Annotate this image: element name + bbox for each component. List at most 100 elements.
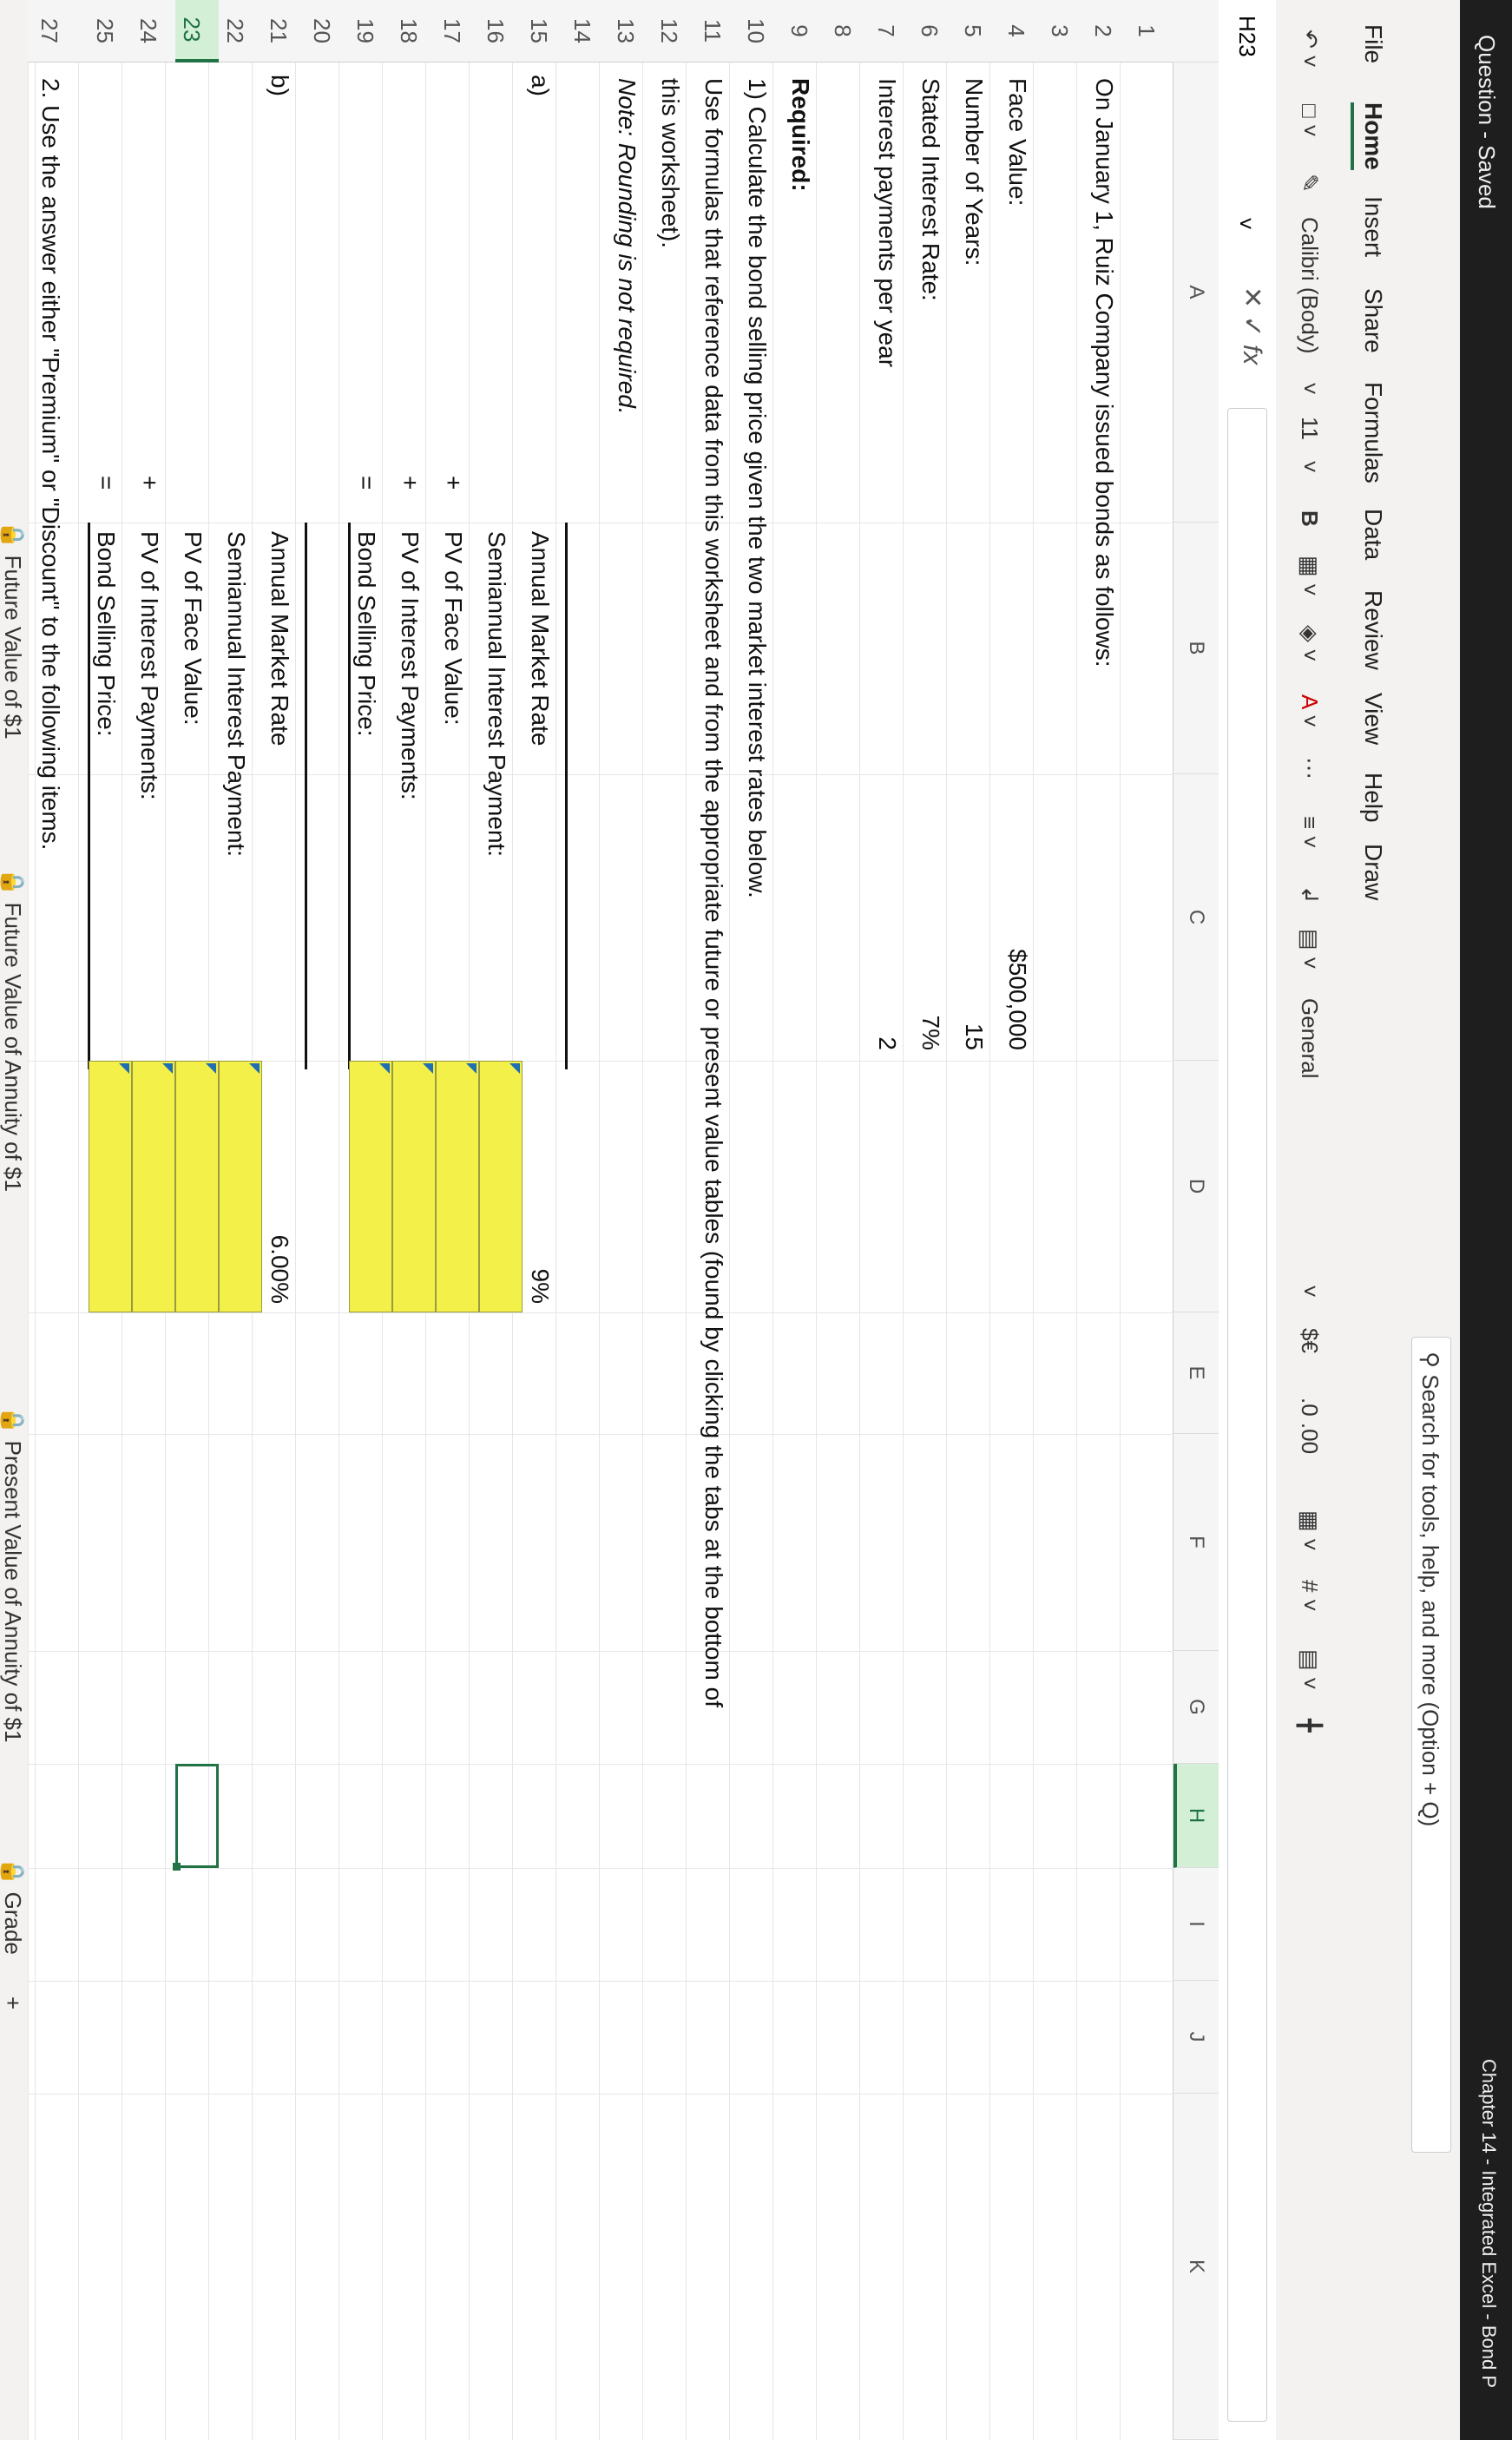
menu-file[interactable]: File <box>1359 24 1387 63</box>
equals-sign: = <box>93 476 120 490</box>
worksheet-grid[interactable]: 1 2 On January 1, Ruiz Company issued bo… <box>28 0 1173 2440</box>
question-2-text: 2. Use the answer either "Premium" or "D… <box>37 78 64 851</box>
merge-icon[interactable]: ▤ ˅ <box>1296 929 1323 970</box>
part-a-label: a) <box>527 75 554 96</box>
more-icon[interactable]: ⋯ <box>1296 757 1323 779</box>
part-b-label: b) <box>266 75 293 96</box>
column-header-g[interactable]: G <box>1173 1651 1219 1764</box>
font-family-select[interactable]: Calibri (Body) <box>1296 217 1323 354</box>
plus-sign: + <box>136 476 163 490</box>
number-format-chevron-icon[interactable]: ˅ <box>1296 1285 1323 1298</box>
font-color-icon[interactable]: A ˅ <box>1296 694 1323 727</box>
font-dropdown-chevron-icon[interactable]: ˅ <box>1296 382 1323 395</box>
clipboard-icon[interactable]: □ ˅ <box>1296 104 1323 137</box>
wrap-text-icon[interactable]: ↲ <box>1296 885 1323 904</box>
bold-button[interactable]: B <box>1296 510 1323 527</box>
formula-bar: H23 ˅ ✕ ✓ fx <box>1218 0 1276 2440</box>
menu-home[interactable]: Home <box>1351 102 1387 170</box>
fill-color-icon[interactable]: ◈ ˅ <box>1296 625 1323 661</box>
border-line <box>305 523 307 1069</box>
selected-cell-h23[interactable] <box>173 1764 219 1871</box>
instruction-2: Use formulas that reference data from th… <box>700 78 727 1707</box>
decimal-icon[interactable]: .0 .00 <box>1296 1398 1323 1454</box>
sheet-tabs: 🔒 Future Value of $1 🔒 Future Value of A… <box>0 0 28 2440</box>
table-format-icon[interactable]: # ˅ <box>1296 1580 1323 1612</box>
column-header-i[interactable]: I <box>1173 1868 1219 1981</box>
column-header-a[interactable]: A <box>1173 62 1219 523</box>
number-format-select[interactable]: General <box>1296 998 1323 1079</box>
cancel-icon[interactable]: ✕ <box>1238 286 1266 308</box>
menu-help[interactable]: Help <box>1359 773 1387 823</box>
payments-per-year-cell[interactable]: 2 <box>873 774 901 1050</box>
menu-draw[interactable]: Draw <box>1359 844 1387 900</box>
menu-review[interactable]: Review <box>1359 590 1387 670</box>
column-header-f[interactable]: F <box>1173 1434 1219 1651</box>
tab-future-value-annuity[interactable]: 🔒 Future Value of Annuity of $1 <box>0 868 26 1192</box>
menu-share[interactable]: Share <box>1359 288 1387 353</box>
font-size-select[interactable]: 11 <box>1296 417 1323 440</box>
stated-rate-cell[interactable]: 7% <box>917 774 944 1050</box>
face-value-cell[interactable]: $500,000 <box>1003 774 1031 1050</box>
row-header[interactable]: 27 <box>28 0 71 62</box>
payments-per-year-label: Interest payments per year <box>874 78 901 368</box>
column-header-e[interactable]: E <box>1173 1312 1219 1434</box>
column-header-j[interactable]: J <box>1173 1981 1219 2094</box>
input-cell-semiannual-b[interactable] <box>219 1061 262 1312</box>
pv-face-b-label: PV of Face Value: <box>180 531 207 726</box>
cell-styles-icon[interactable]: ▤ ˅ <box>1296 1649 1323 1690</box>
pv-interest-a-label: PV of Interest Payments: <box>397 531 424 800</box>
input-cell-pv-interest-a[interactable] <box>392 1061 436 1312</box>
column-header-b[interactable]: B <box>1173 523 1219 774</box>
plus-sign: + <box>397 476 424 490</box>
rounding-note: Note: Rounding is not required. <box>614 78 641 415</box>
column-header-h[interactable]: H <box>1173 1764 1219 1868</box>
insert-cells-icon[interactable]: ╋ <box>1296 1719 1323 1733</box>
search-input[interactable]: ⚲ Search for tools, help, and more (Opti… <box>1411 1337 1451 2153</box>
input-cell-bond-price-a[interactable] <box>349 1061 392 1312</box>
undo-icon[interactable]: ↶ ˅ <box>1296 30 1323 68</box>
function-icon[interactable]: fx <box>1238 345 1266 365</box>
menu-view[interactable]: View <box>1359 693 1387 745</box>
font-size-chevron-icon[interactable]: ˅ <box>1296 460 1323 473</box>
input-cell-pv-face-a[interactable] <box>436 1061 479 1312</box>
face-value-label: Face Value: <box>1004 78 1031 207</box>
search-icon: ⚲ <box>1417 1352 1443 1375</box>
currency-button[interactable]: $€ <box>1296 1328 1323 1353</box>
input-cell-pv-interest-b[interactable] <box>132 1061 175 1312</box>
column-header-c[interactable]: C <box>1173 774 1219 1061</box>
formula-input[interactable] <box>1227 408 1267 2422</box>
input-cell-semiannual-a[interactable] <box>479 1061 523 1312</box>
annual-market-rate-a-cell[interactable]: 9% <box>526 1061 554 1304</box>
lock-icon: 🔒 <box>0 1858 26 1886</box>
instruction-3: this worksheet). <box>657 78 684 249</box>
borders-icon[interactable]: ▦ ˅ <box>1296 556 1323 596</box>
column-header-k[interactable]: K <box>1173 2094 1219 2440</box>
tab-grade[interactable]: 🔒 Grade <box>0 1858 26 1955</box>
name-box-chevron-icon[interactable]: ˅ <box>1232 217 1259 230</box>
menu-insert[interactable]: Insert <box>1359 196 1387 257</box>
workbook-name[interactable]: Chapter 14 - Integrated Excel - Bond P <box>1477 2059 1500 2388</box>
select-all-corner[interactable] <box>1173 0 1219 62</box>
menu-formulas[interactable]: Formulas <box>1359 382 1387 483</box>
align-icon[interactable]: ≡ ˅ <box>1296 816 1323 849</box>
tab-present-value-annuity[interactable]: 🔒 Present Value of Annuity of $1 <box>0 1406 26 1742</box>
border-line <box>348 523 351 1069</box>
format-painter-icon[interactable]: ✎ <box>1296 174 1323 193</box>
column-header-d[interactable]: D <box>1173 1061 1219 1312</box>
tab-future-value[interactable]: 🔒 Future Value of $1 <box>0 521 26 740</box>
document-title: Question - Saved <box>1474 35 1500 209</box>
menu-data[interactable]: Data <box>1359 509 1387 560</box>
confirm-icon[interactable]: ✓ <box>1238 315 1266 337</box>
input-cell-pv-face-b[interactable] <box>175 1061 219 1312</box>
conditional-format-icon[interactable]: ▦ ˅ <box>1296 1510 1323 1551</box>
lock-icon: 🔒 <box>0 1406 26 1435</box>
input-cell-bond-price-b[interactable] <box>89 1061 132 1312</box>
annual-market-rate-b-cell[interactable]: 6.00% <box>266 1061 293 1304</box>
required-heading: Required: <box>787 78 814 192</box>
years-label: Number of Years: <box>961 78 988 266</box>
pv-interest-b-label: PV of Interest Payments: <box>136 531 163 800</box>
plus-sign: + <box>440 476 467 490</box>
formula-icons: ✕ ✓ fx <box>1237 286 1267 365</box>
years-cell[interactable]: 15 <box>960 774 988 1050</box>
add-sheet-icon[interactable]: + <box>0 1996 26 2009</box>
